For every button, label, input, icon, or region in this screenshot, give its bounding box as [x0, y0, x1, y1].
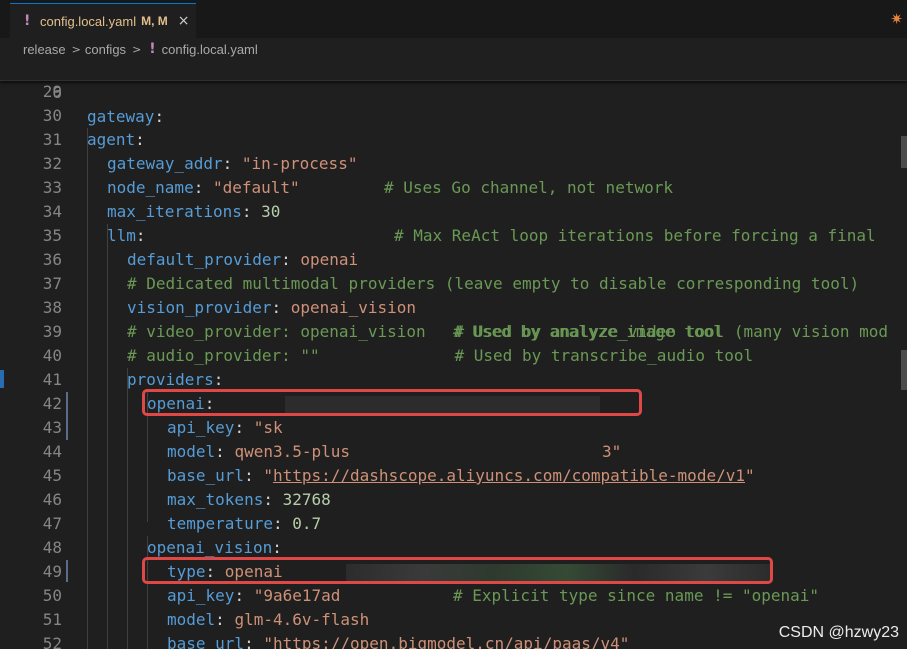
yaml-colon: : — [154, 107, 165, 126]
line-number: 34 — [42, 202, 62, 221]
editor-tab-config-local-yaml[interactable]: ! config.local.yaml M, M × — [10, 3, 196, 38]
warning-icon: ! — [24, 13, 31, 29]
line-number: 35 — [42, 226, 62, 245]
line-number: 43 — [42, 418, 62, 437]
line-number: 32 — [42, 154, 62, 173]
breadcrumb: release > configs > ! config.local.yaml — [0, 38, 907, 60]
highlight-box-api-key-2 — [142, 557, 773, 584]
line-number: 47 — [42, 514, 62, 533]
warning-icon: ! — [149, 41, 156, 57]
highlight-box-api-key-1 — [142, 389, 642, 416]
tab-filename: config.local.yaml — [40, 13, 137, 29]
line-number: 33 — [42, 178, 62, 197]
close-icon[interactable]: × — [178, 13, 190, 29]
line-number: 50 — [42, 586, 62, 605]
line-number: 48 — [42, 538, 62, 557]
breadcrumb-configs[interactable]: configs — [85, 42, 126, 57]
line-number: 49 — [42, 562, 62, 581]
watermark: CSDN @hzwy23 — [778, 624, 899, 641]
line-number: 40 — [42, 346, 62, 365]
line-number: 41 — [42, 370, 62, 389]
line-number: 36 — [42, 250, 62, 269]
tab-git-status: M, M — [141, 14, 168, 28]
line-number: 6 — [52, 83, 62, 102]
tab-bar: ! config.local.yaml M, M × ✷ — [0, 0, 907, 39]
line-number: 46 — [42, 490, 62, 509]
yaml-key: gateway — [87, 107, 155, 126]
line-number: 45 — [42, 466, 62, 485]
chevron-right-icon: > — [71, 42, 81, 56]
line-number: 42 — [42, 394, 62, 413]
sticky-scroll-header[interactable]: 6 gateway: — [0, 60, 907, 126]
line-number: 52 — [42, 634, 62, 649]
chevron-right-icon: > — [132, 42, 142, 56]
line-number: 51 — [42, 610, 62, 629]
line-number: 38 — [42, 298, 62, 317]
code-editor[interactable]: 6 gateway: 29 30 agent: 31 gateway_addr:… — [0, 60, 907, 649]
line-number: 39 — [42, 322, 62, 341]
line-number: 37 — [42, 274, 62, 293]
extension-icon[interactable]: ✷ — [890, 10, 903, 28]
line-number: 44 — [42, 442, 62, 461]
breadcrumb-file[interactable]: config.local.yaml — [162, 42, 258, 57]
breadcrumb-release[interactable]: release — [23, 42, 66, 57]
